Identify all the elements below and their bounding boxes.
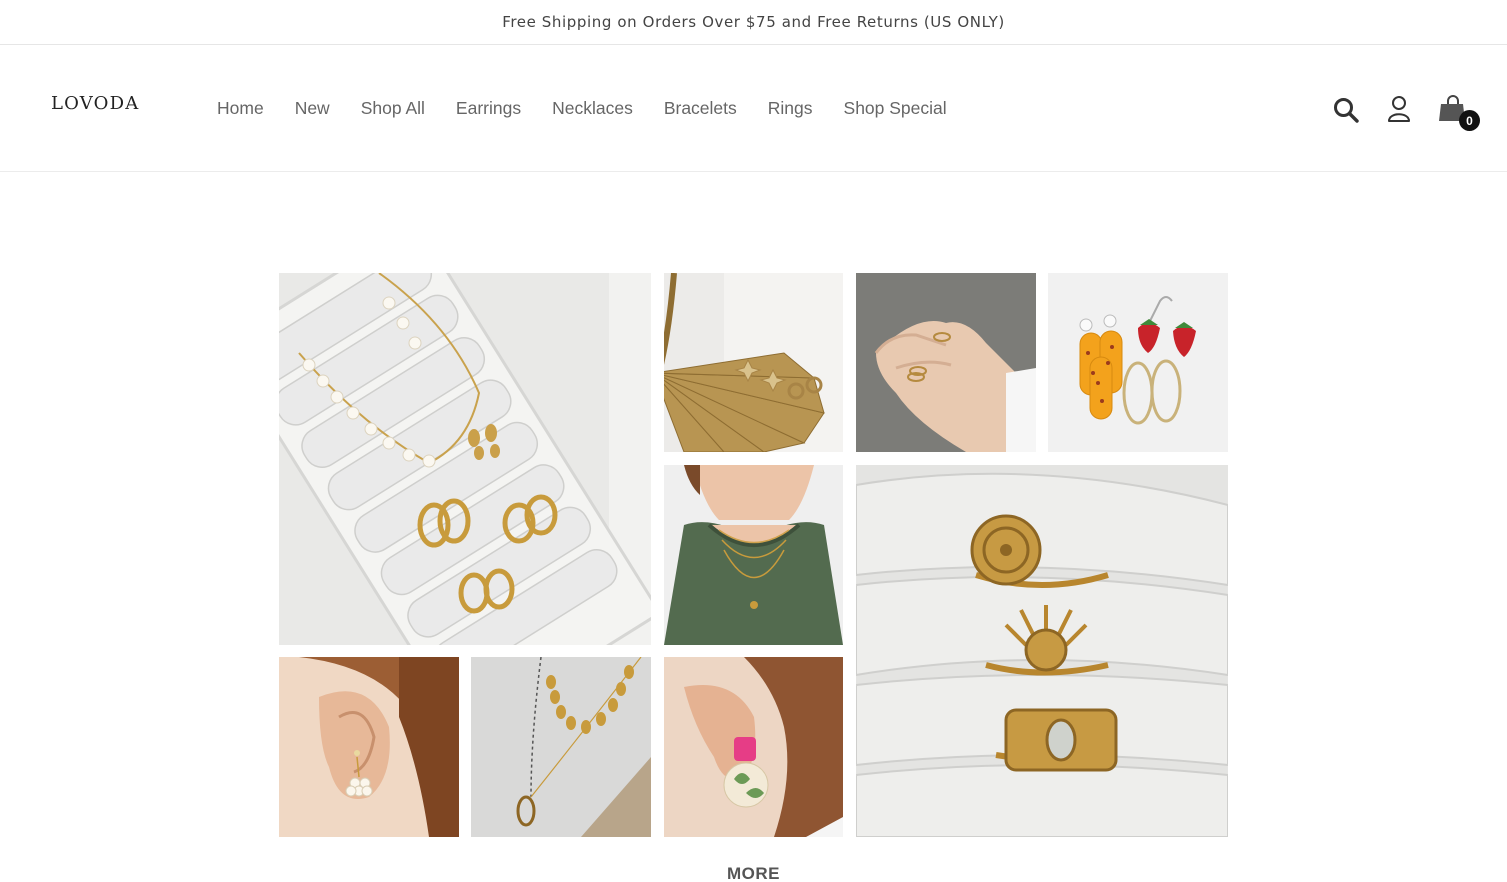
nav-shop-all[interactable]: Shop All <box>361 98 425 119</box>
brand-logo[interactable]: LOVODA <box>51 93 139 114</box>
account-icon[interactable] <box>1386 95 1412 123</box>
nav-earrings[interactable]: Earrings <box>456 98 521 119</box>
leaf-disc-earring-photo[interactable] <box>664 657 843 837</box>
cart-count-badge: 0 <box>1459 110 1480 131</box>
gold-rings-photo[interactable] <box>856 465 1228 837</box>
nav-rings[interactable]: Rings <box>768 98 813 119</box>
site-header: LOVODA Home New Shop All Earrings Neckla… <box>0 46 1507 172</box>
palm-leaf-earrings-photo[interactable] <box>664 273 843 452</box>
announcement-text: Free Shipping on Orders Over $75 and Fre… <box>502 13 1005 31</box>
chain-necklace-photo[interactable] <box>471 657 651 837</box>
nav-home[interactable]: Home <box>217 98 264 119</box>
nav-shop-special[interactable]: Shop Special <box>844 98 947 119</box>
nav-bracelets[interactable]: Bracelets <box>664 98 737 119</box>
hand-rings-photo[interactable] <box>856 273 1036 452</box>
nav-necklaces[interactable]: Necklaces <box>552 98 633 119</box>
fruit-earrings-photo[interactable] <box>1048 273 1228 452</box>
more-button[interactable]: MORE <box>0 864 1507 882</box>
nav-new[interactable]: New <box>295 98 330 119</box>
announcement-bar: Free Shipping on Orders Over $75 and Fre… <box>0 0 1507 45</box>
search-icon[interactable] <box>1333 97 1359 123</box>
layered-necklace-photo[interactable] <box>664 465 843 645</box>
main-nav: Home New Shop All Earrings Necklaces Bra… <box>217 98 978 119</box>
jewelry-tray-photo[interactable] <box>279 273 651 645</box>
pearl-drop-earring-photo[interactable] <box>279 657 459 837</box>
